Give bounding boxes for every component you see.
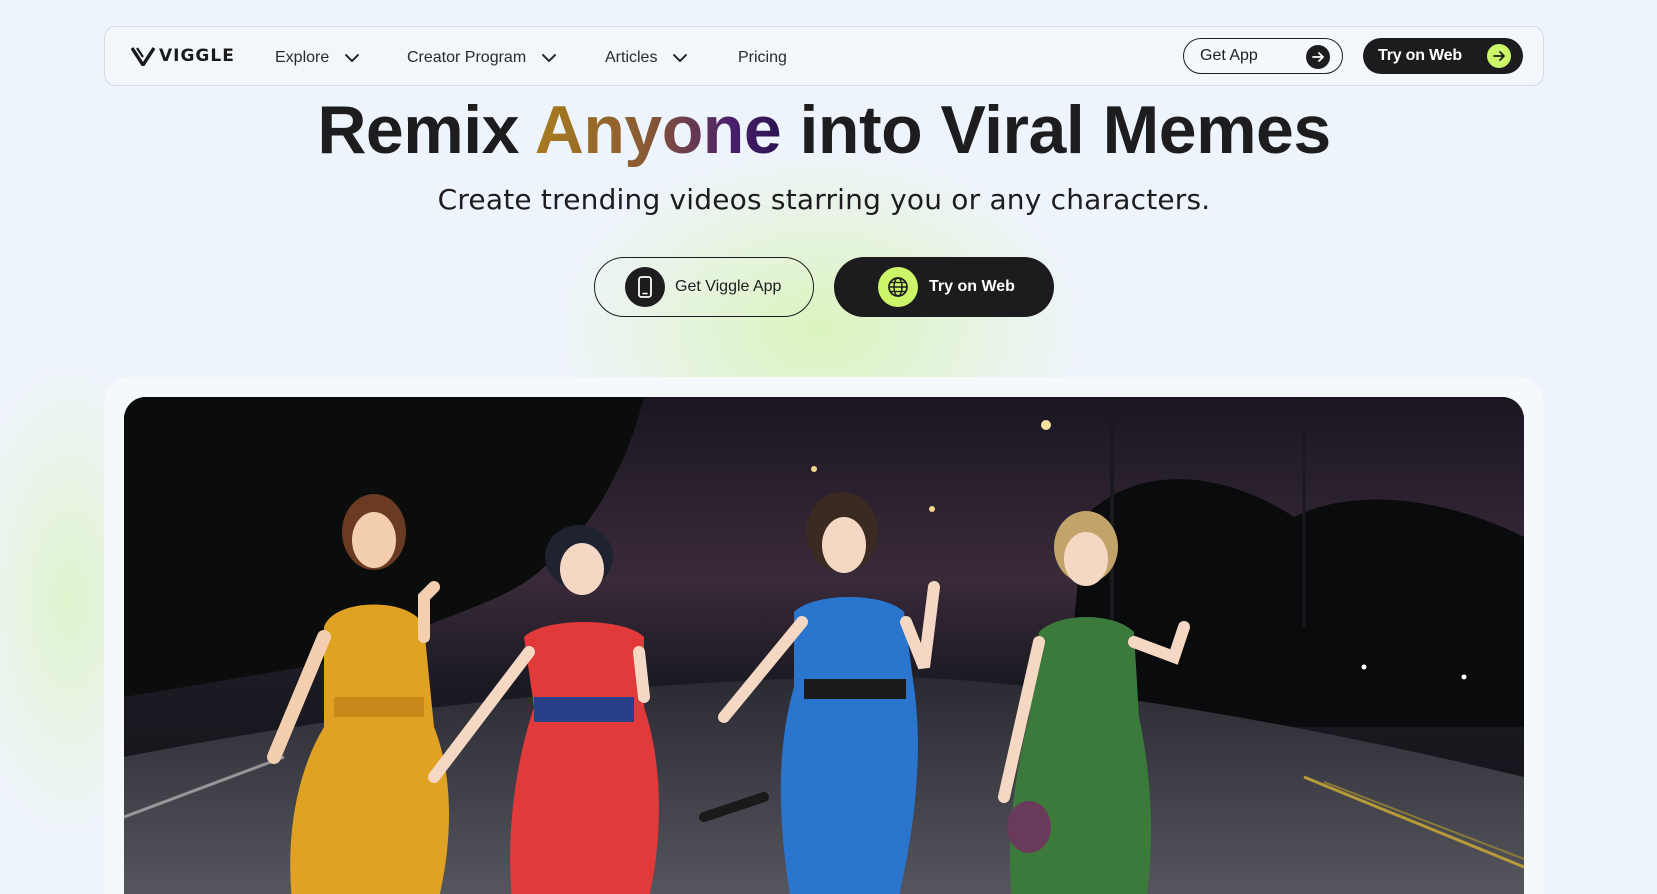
arrow-right-icon	[1487, 44, 1511, 68]
get-app-button[interactable]: Get App	[1183, 38, 1343, 74]
get-app-label: Get App	[1200, 47, 1258, 64]
hero-title-start: Remix	[317, 92, 535, 168]
try-on-web-nav-button[interactable]: Try on Web	[1363, 38, 1523, 74]
get-viggle-app-label: Get Viggle App	[675, 278, 782, 295]
chevron-down-icon	[542, 54, 557, 62]
nav-item-label: Articles	[605, 49, 658, 66]
hero-subtitle: Create trending videos starring you or a…	[437, 183, 1211, 216]
nav-item-explore[interactable]: Explore	[275, 47, 361, 69]
try-on-web-hero-label: Try on Web	[929, 278, 1015, 295]
nav-item-articles[interactable]: Articles	[605, 47, 689, 69]
nav-item-label: Explore	[275, 49, 330, 66]
try-on-web-hero-button[interactable]: Try on Web	[834, 257, 1054, 317]
brand-name: VIGGLE	[159, 46, 235, 66]
nav-item-creator-program[interactable]: Creator Program	[407, 47, 558, 69]
nav-item-pricing[interactable]: Pricing	[738, 47, 787, 69]
hero-title-end: into Viral Memes	[781, 92, 1332, 168]
viggle-logo[interactable]: VIGGLE	[131, 45, 235, 67]
hero-title-accent: Anyone	[534, 92, 782, 168]
phone-icon	[625, 267, 665, 307]
arrow-right-icon	[1306, 45, 1330, 69]
hero-video[interactable]	[124, 397, 1524, 894]
viggle-v-logo-icon	[131, 47, 155, 66]
top-navbar: VIGGLE Explore Creator Program Articles …	[104, 26, 1544, 86]
chevron-down-icon	[345, 54, 360, 62]
dancing-characters-illustration	[124, 397, 1524, 894]
get-viggle-app-button[interactable]: Get Viggle App	[594, 257, 814, 317]
nav-item-label: Pricing	[738, 49, 787, 66]
hero-title: Remix Anyone into Viral Memes	[0, 90, 1648, 170]
globe-icon	[878, 267, 918, 307]
try-on-web-label: Try on Web	[1378, 47, 1462, 64]
chevron-down-icon	[673, 54, 688, 62]
nav-item-label: Creator Program	[407, 49, 527, 66]
